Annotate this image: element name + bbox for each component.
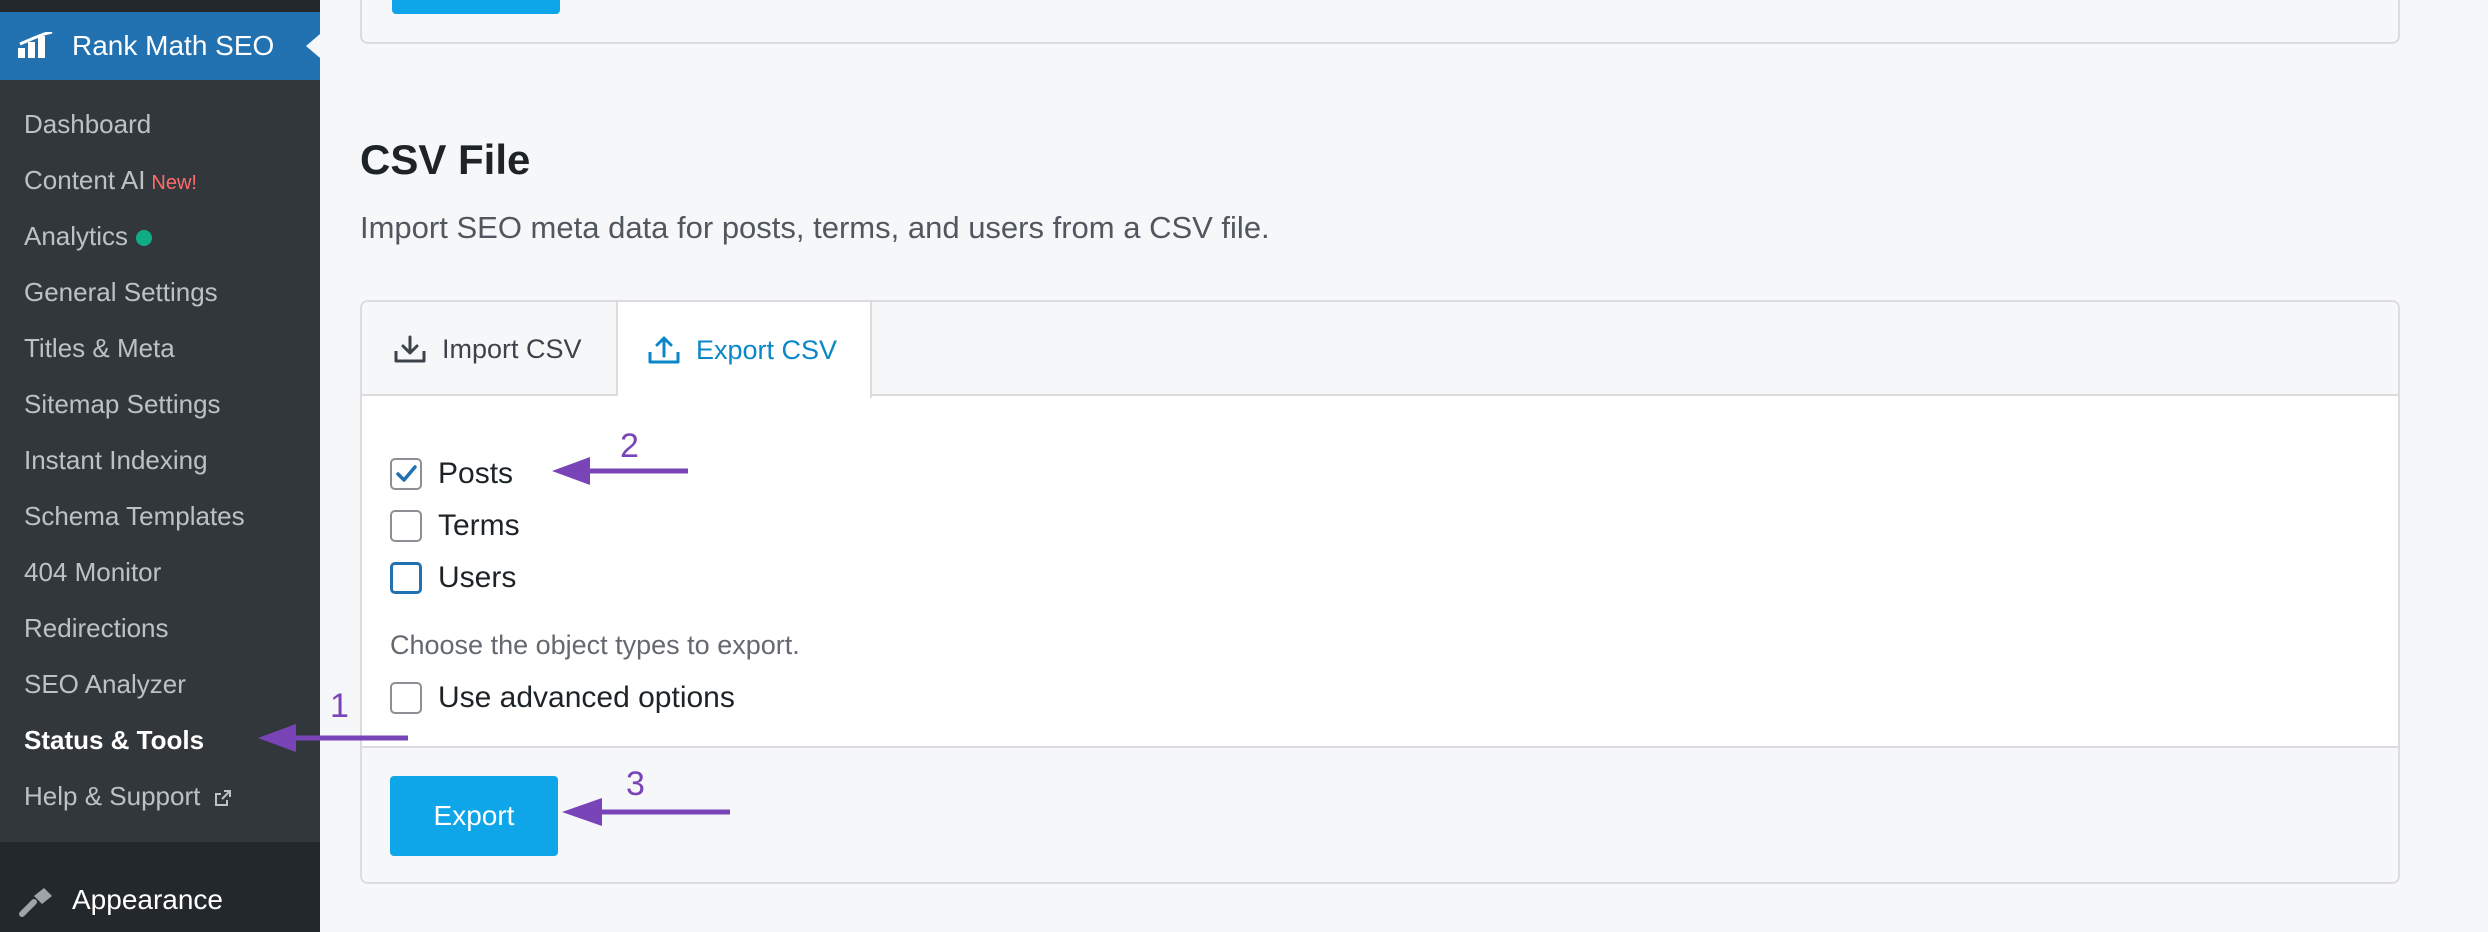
annotation-label-3: 3 xyxy=(626,765,645,803)
checkbox-label: Users xyxy=(438,561,517,594)
paintbrush-icon xyxy=(19,888,52,917)
sidebar-item-schema-templates[interactable]: Schema Templates xyxy=(24,498,245,534)
sidebar-item-analytics[interactable]: Analytics xyxy=(24,218,153,254)
export-button[interactable]: Export xyxy=(390,776,558,856)
sidebar-item-seo-analyzer[interactable]: SEO Analyzer xyxy=(24,666,186,702)
upload-icon xyxy=(648,336,680,364)
users-checkbox[interactable] xyxy=(390,562,422,594)
sidebar-item-404-monitor[interactable]: 404 Monitor xyxy=(24,554,161,590)
tab-export-csv[interactable]: Export CSV xyxy=(618,302,872,398)
export-help-text: Choose the object types to export. xyxy=(390,630,800,660)
sidebar-item-content-ai[interactable]: Content AI New! xyxy=(24,162,197,201)
sidebar-item-label: Status & Tools xyxy=(24,725,205,755)
sidebar-submenu: Dashboard Content AI New! Analytics Gener… xyxy=(0,80,320,842)
section-title: CSV File xyxy=(360,136,531,183)
sidebar-item-instant-indexing[interactable]: Instant Indexing xyxy=(24,442,208,478)
advanced-options-checkbox[interactable] xyxy=(390,682,422,714)
sidebar-item-general-settings[interactable]: General Settings xyxy=(24,274,218,310)
terms-checkbox[interactable] xyxy=(390,510,422,542)
sidebar-item-titles-meta[interactable]: Titles & Meta xyxy=(24,330,175,366)
csv-panel: Import CSV Export CSV Posts Terms Users … xyxy=(360,300,2400,884)
new-badge: New! xyxy=(151,172,197,194)
external-link-icon xyxy=(214,790,231,807)
sidebar-plugin-header[interactable]: Rank Math SEO xyxy=(0,12,320,80)
option-users[interactable]: Users xyxy=(390,560,516,596)
sidebar-plugin-title: Rank Math SEO xyxy=(72,30,275,61)
checkmark-icon xyxy=(396,465,417,482)
sidebar-item-label: Analytics xyxy=(24,221,129,251)
sidebar-item-label: Titles & Meta xyxy=(24,333,175,363)
sidebar-item-appearance[interactable]: Appearance xyxy=(0,872,320,932)
posts-checkbox[interactable] xyxy=(390,458,422,490)
sidebar-item-label: Help & Support xyxy=(24,781,201,811)
sidebar-item-help-support[interactable]: Help & Support xyxy=(24,778,232,814)
csv-tabs: Import CSV Export CSV xyxy=(362,302,2398,398)
sidebar-item-label: Content AI xyxy=(24,165,146,195)
tab-label: Import CSV xyxy=(442,334,582,364)
tab-label: Export CSV xyxy=(696,335,838,365)
sidebar-item-label: Instant Indexing xyxy=(24,445,208,475)
option-posts[interactable]: Posts xyxy=(390,456,513,492)
option-advanced[interactable]: Use advanced options xyxy=(390,680,735,716)
option-terms[interactable]: Terms xyxy=(390,508,520,544)
checkbox-label: Use advanced options xyxy=(438,681,735,714)
sidebar-item-dashboard[interactable]: Dashboard xyxy=(24,106,151,142)
previous-panel-button[interactable] xyxy=(392,0,560,14)
sidebar-item-label: SEO Analyzer xyxy=(24,669,186,699)
annotation-label-2: 2 xyxy=(620,427,639,465)
sidebar-item-label: Sitemap Settings xyxy=(24,389,221,419)
rank-math-logo-icon xyxy=(18,32,53,58)
annotation-label-1: 1 xyxy=(330,687,349,725)
section-description: Import SEO meta data for posts, terms, a… xyxy=(360,210,1270,245)
sidebar-item-label: Schema Templates xyxy=(24,501,245,531)
sidebar-item-sitemap-settings[interactable]: Sitemap Settings xyxy=(24,386,221,422)
checkbox-label: Terms xyxy=(438,509,520,542)
sidebar-item-label: 404 Monitor xyxy=(24,557,162,587)
admin-sidebar: Rank Math SEO Dashboard Content AI New! A… xyxy=(0,0,320,932)
status-dot-icon xyxy=(136,230,153,247)
sidebar-item-label: Appearance xyxy=(72,884,224,915)
sidebar-item-label: General Settings xyxy=(24,277,218,307)
panel-footer: Export xyxy=(362,746,2398,882)
checkbox-label: Posts xyxy=(438,457,514,490)
current-menu-pointer xyxy=(306,34,320,58)
previous-panel xyxy=(360,0,2400,44)
sidebar-item-status-tools[interactable]: Status & Tools xyxy=(24,722,204,758)
sidebar-item-label: Redirections xyxy=(24,613,169,643)
sidebar-item-label: Dashboard xyxy=(24,109,152,139)
download-icon xyxy=(394,335,426,363)
sidebar-item-redirections[interactable]: Redirections xyxy=(24,610,169,646)
tab-import-csv[interactable]: Import CSV xyxy=(362,302,618,396)
